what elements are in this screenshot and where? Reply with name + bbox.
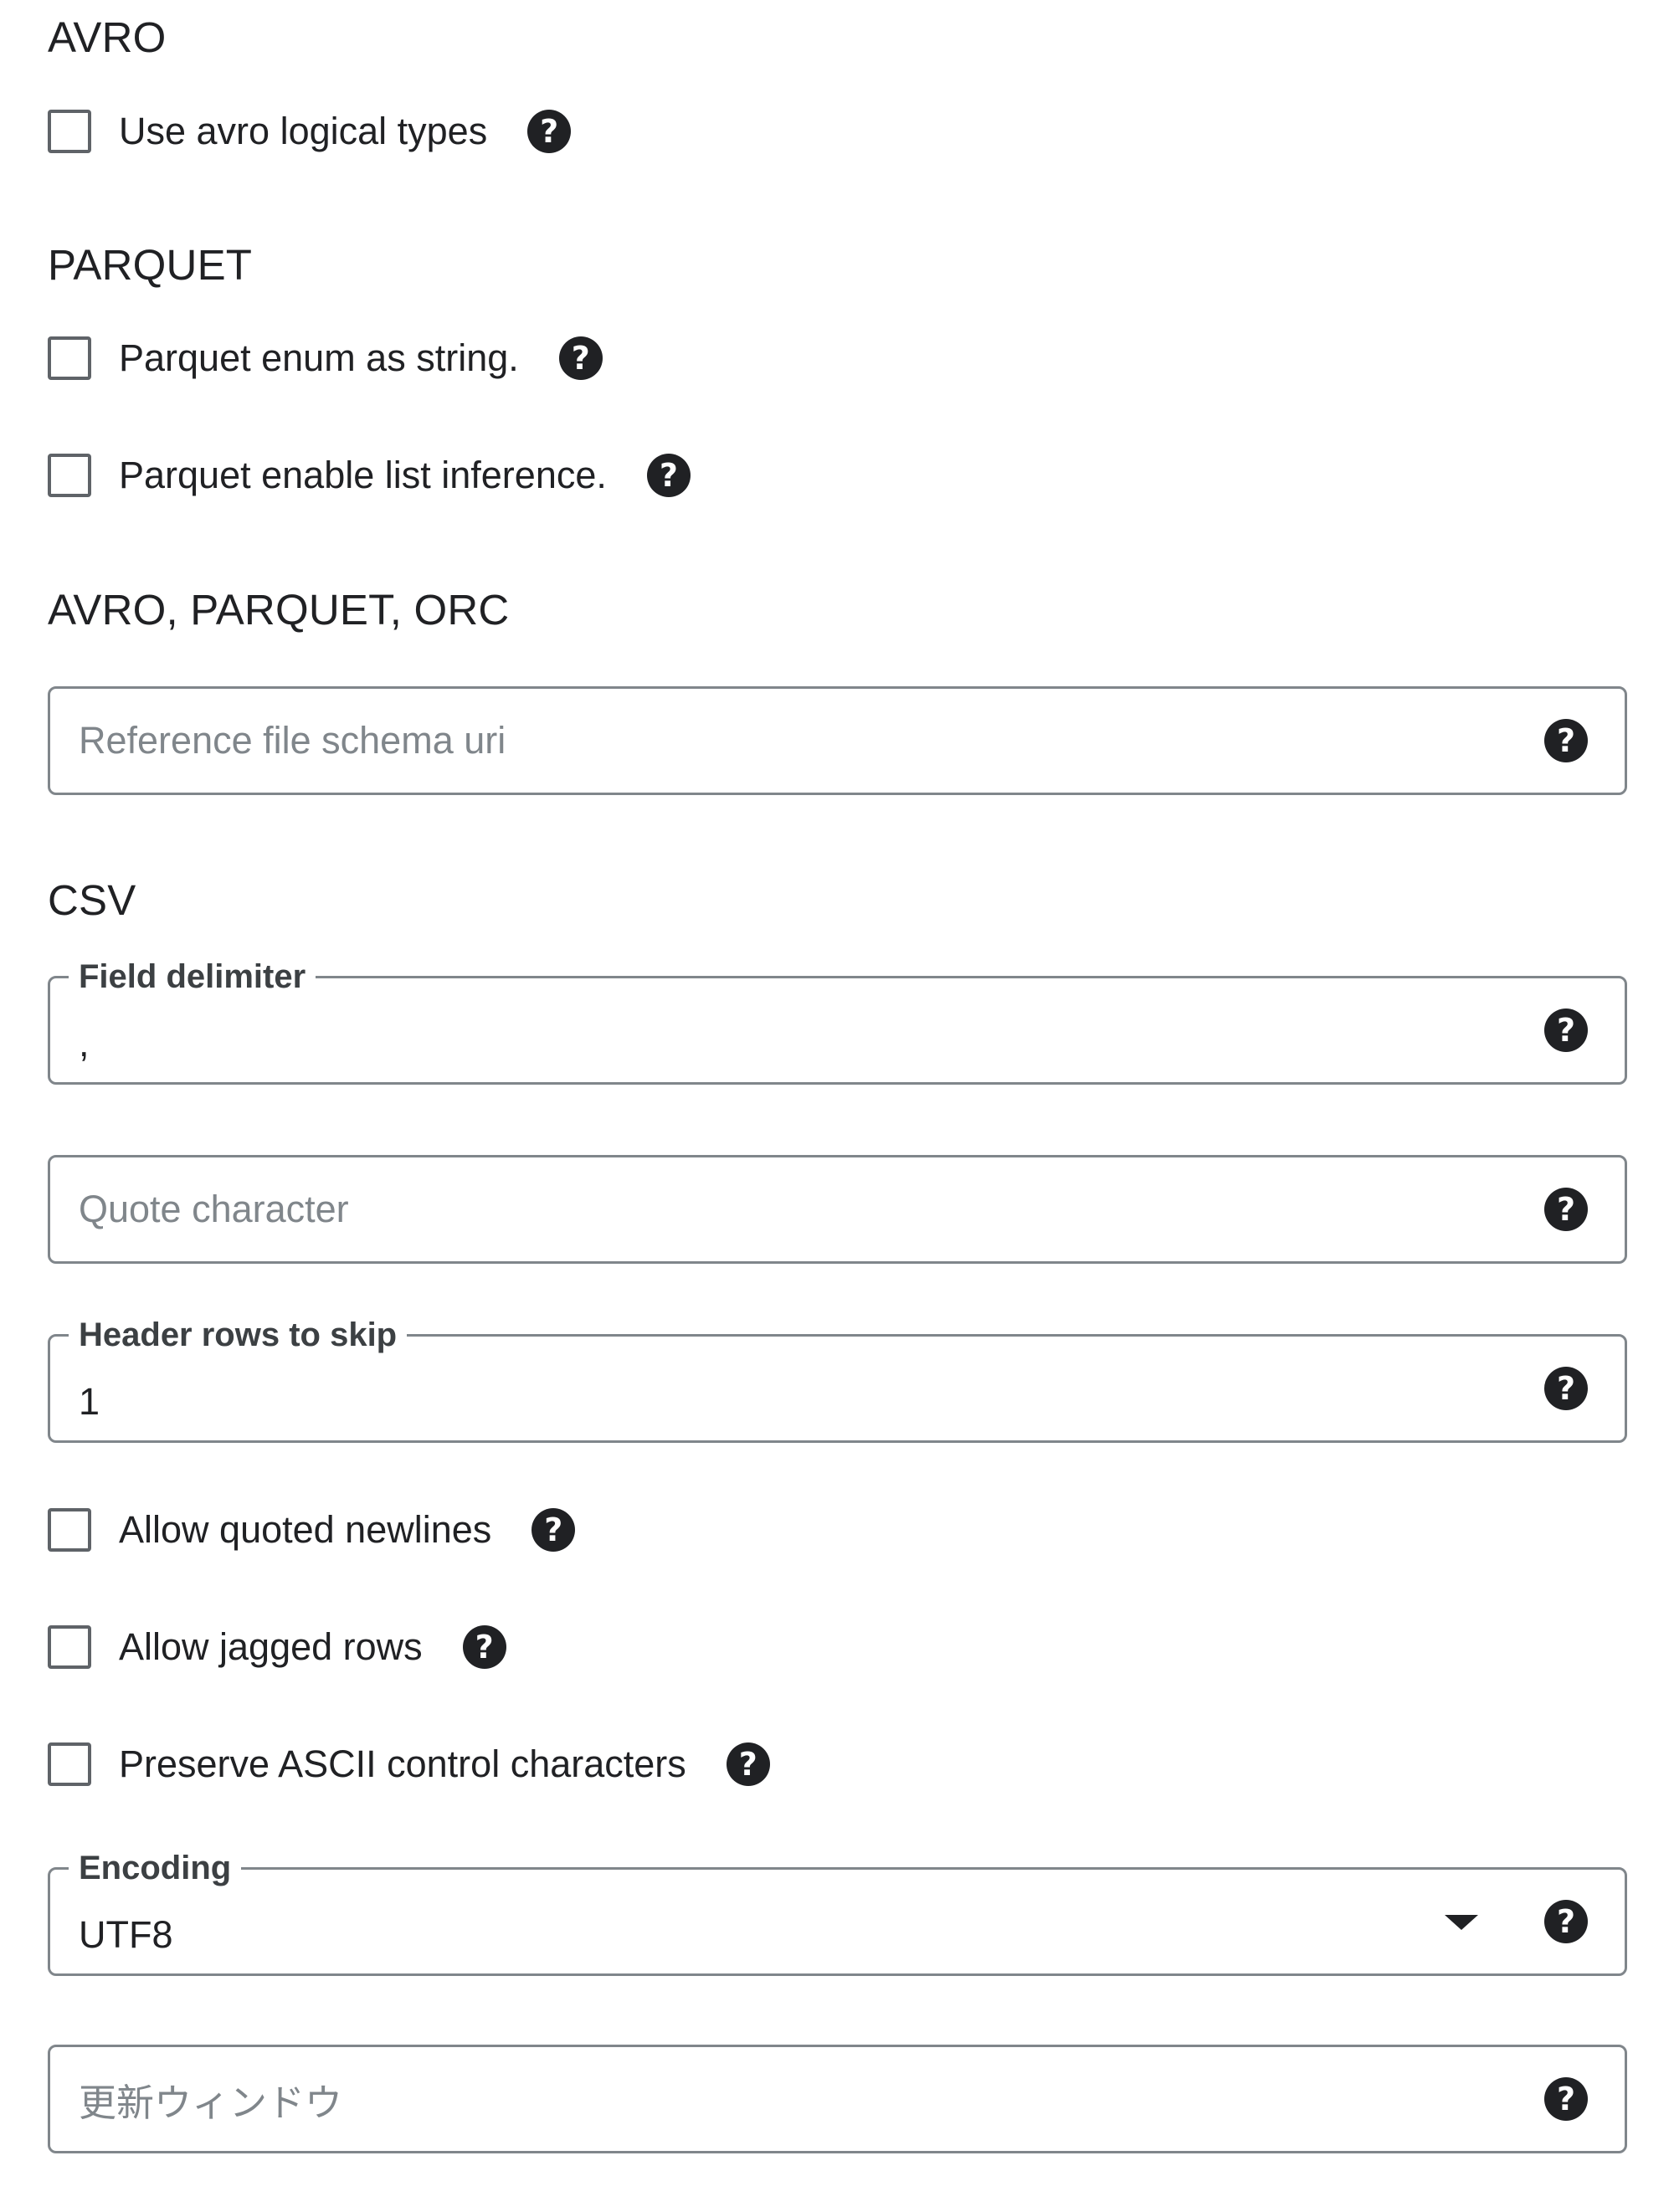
use-avro-logical-types-row: Use avro logical types ?: [48, 106, 572, 157]
header-rows-to-skip-input[interactable]: Header rows to skip 1 ?: [48, 1311, 1627, 1443]
field-delimiter-label: Field delimiter: [69, 953, 316, 1000]
field-delimiter-value: ,: [79, 1022, 90, 1065]
help-icon[interactable]: ?: [462, 1625, 506, 1669]
preserve-ascii-control-checkbox[interactable]: [48, 1742, 91, 1786]
reference-file-schema-uri-placeholder: Reference file schema uri: [79, 719, 506, 762]
refresh-window-input[interactable]: 更新ウィンドウ ?: [48, 2045, 1627, 2153]
help-icon[interactable]: ?: [1544, 719, 1588, 762]
encoding-select[interactable]: Encoding UTF8 ?: [48, 1845, 1627, 1976]
help-icon[interactable]: ?: [1544, 1008, 1588, 1052]
quote-character-input[interactable]: Quote character ?: [48, 1155, 1627, 1264]
use-avro-logical-types-label[interactable]: Use avro logical types: [119, 110, 487, 153]
quote-character-placeholder: Quote character: [79, 1188, 349, 1230]
arrow-drop-down-icon[interactable]: [1445, 1915, 1478, 1930]
allow-quoted-newlines-label[interactable]: Allow quoted newlines: [119, 1508, 491, 1552]
field-delimiter-input[interactable]: Field delimiter , ?: [48, 953, 1627, 1085]
help-icon[interactable]: ?: [558, 336, 603, 380]
help-icon[interactable]: ?: [531, 1508, 576, 1552]
section-title-csv: CSV: [48, 876, 136, 924]
allow-quoted-newlines-checkbox[interactable]: [48, 1508, 91, 1552]
allow-jagged-rows-row: Allow jagged rows ?: [48, 1622, 506, 1672]
parquet-enum-as-string-label[interactable]: Parquet enum as string.: [119, 336, 519, 380]
help-icon[interactable]: ?: [527, 110, 572, 153]
help-icon[interactable]: ?: [1544, 1188, 1588, 1231]
allow-jagged-rows-checkbox[interactable]: [48, 1625, 91, 1669]
allow-quoted-newlines-row: Allow quoted newlines ?: [48, 1505, 576, 1555]
header-rows-to-skip-value: 1: [79, 1380, 100, 1423]
parquet-enable-list-inference-checkbox[interactable]: [48, 454, 91, 497]
help-icon[interactable]: ?: [1544, 2077, 1588, 2121]
preserve-ascii-control-label[interactable]: Preserve ASCII control characters: [119, 1742, 686, 1786]
section-title-parquet: PARQUET: [48, 241, 253, 289]
use-avro-logical-types-checkbox[interactable]: [48, 110, 91, 153]
preserve-ascii-control-row: Preserve ASCII control characters ?: [48, 1739, 770, 1789]
section-title-avro: AVRO: [48, 13, 167, 61]
parquet-enable-list-inference-row: Parquet enable list inference. ?: [48, 450, 691, 500]
parquet-enum-as-string-row: Parquet enum as string. ?: [48, 333, 603, 383]
help-icon[interactable]: ?: [646, 454, 691, 497]
parquet-enable-list-inference-label[interactable]: Parquet enable list inference.: [119, 454, 607, 497]
help-icon[interactable]: ?: [1544, 1367, 1588, 1410]
help-icon[interactable]: ?: [1544, 1900, 1588, 1943]
header-rows-to-skip-label: Header rows to skip: [69, 1311, 408, 1358]
section-title-avro-parquet-orc: AVRO, PARQUET, ORC: [48, 586, 510, 634]
reference-file-schema-uri-input[interactable]: Reference file schema uri ?: [48, 686, 1627, 795]
parquet-enum-as-string-checkbox[interactable]: [48, 336, 91, 380]
encoding-label: Encoding: [69, 1845, 242, 1891]
encoding-value: UTF8: [79, 1913, 173, 1956]
allow-jagged-rows-label[interactable]: Allow jagged rows: [119, 1625, 423, 1669]
help-icon[interactable]: ?: [726, 1742, 770, 1786]
refresh-window-placeholder: 更新ウィンドウ: [79, 2081, 343, 2124]
